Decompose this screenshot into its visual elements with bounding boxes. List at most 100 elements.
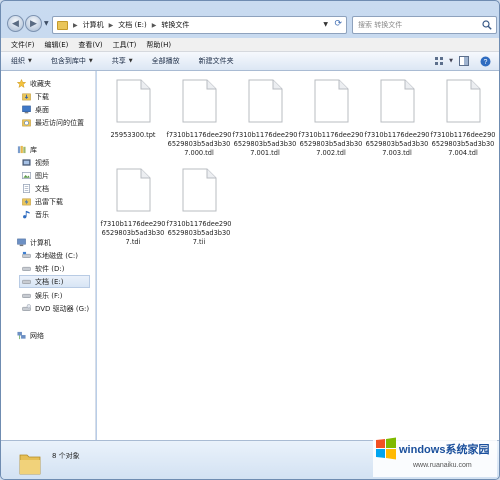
command-bar: 组织 ▼ 包含到库中 ▼ 共享 ▼ 全部播放 新建文件夹 ▼ ? <box>1 52 499 71</box>
pictures-icon <box>22 172 31 179</box>
breadcrumb-drive-e[interactable]: 文档 (E:) <box>118 20 146 30</box>
address-dropdown-icon[interactable]: ▼ <box>323 21 328 28</box>
file-name: f7310b1176dee2906529803b5ad3b307.tii <box>166 220 232 246</box>
file-icon <box>182 79 217 123</box>
file-icon <box>446 79 481 123</box>
file-item[interactable]: f7310b1176dee2906529803b5ad3b307.002.tdl <box>297 79 365 158</box>
dvd-drive-icon <box>22 304 31 311</box>
nav-item-label: 娱乐 (F:) <box>35 291 63 300</box>
nav-item-label: 迅雷下载 <box>35 197 63 206</box>
file-name: 25953300.tpt <box>110 131 156 139</box>
refresh-icon[interactable]: ⟳ <box>334 19 342 29</box>
menu-view[interactable]: 查看(V) <box>73 40 107 50</box>
search-input[interactable] <box>358 21 478 29</box>
nav-item-label: 下载 <box>35 92 49 101</box>
folder-icon <box>57 20 68 30</box>
thunder-download-icon <box>22 198 31 206</box>
nav-network-label: 网络 <box>30 331 44 340</box>
share-button[interactable]: 共享 ▼ <box>112 56 133 66</box>
view-options-icon[interactable] <box>433 55 445 67</box>
drive-icon <box>22 266 31 271</box>
file-icon <box>314 79 349 123</box>
file-icon <box>182 168 217 212</box>
file-item[interactable]: f7310b1176dee2906529803b5ad3b307.003.tdl <box>363 79 431 158</box>
file-item[interactable]: f7310b1176dee2906529803b5ad3b307.tii <box>165 168 233 247</box>
file-item[interactable]: f7310b1176dee2906529803b5ad3b307.001.tdl <box>231 79 299 158</box>
recent-places-icon <box>22 119 31 127</box>
file-name: f7310b1176dee2906529803b5ad3b307.000.tdl <box>166 131 232 157</box>
slideshow-button[interactable]: 全部播放 <box>152 56 180 66</box>
help-icon[interactable]: ? <box>479 55 491 67</box>
search-box <box>352 16 497 34</box>
caret-down-icon: ▼ <box>128 58 133 64</box>
new-folder-button[interactable]: 新建文件夹 <box>199 56 234 66</box>
drive-icon <box>22 293 31 298</box>
preview-pane-icon[interactable] <box>458 55 470 67</box>
file-name: f7310b1176dee2906529803b5ad3b307.004.tdl <box>430 131 496 157</box>
nav-item-label: 文档 <box>35 184 49 193</box>
file-item[interactable]: 25953300.tpt <box>99 79 167 140</box>
file-name: f7310b1176dee2906529803b5ad3b307.001.tdl <box>232 131 298 157</box>
watermark-url: www.ruanaiku.com <box>412 462 472 469</box>
system-drive-icon <box>22 251 31 258</box>
drive-icon <box>22 279 31 284</box>
forward-button[interactable]: ▶ <box>25 15 42 32</box>
breadcrumb-computer[interactable]: 计算机 <box>83 20 104 30</box>
history-dropdown-icon[interactable]: ▼ <box>44 20 49 27</box>
chevron-right-icon[interactable]: ▶ <box>73 22 78 29</box>
nav-favorites-label: 收藏夹 <box>30 79 51 88</box>
menu-help[interactable]: 帮助(H) <box>141 40 176 50</box>
chevron-right-icon[interactable]: ▶ <box>152 22 157 29</box>
file-item[interactable]: f7310b1176dee2906529803b5ad3b307.000.tdl <box>165 79 233 158</box>
item-count: 8 个对象 <box>52 452 80 460</box>
address-bar[interactable]: ▶ 计算机 ▶ 文档 (E:) ▶ 转换文件 ▼ ⟳ <box>52 16 347 34</box>
view-dropdown-icon[interactable]: ▼ <box>445 55 457 67</box>
download-folder-icon <box>22 93 31 101</box>
nav-item-label: 最近访问的位置 <box>35 118 84 127</box>
explorer-window: ◀ ▶ ▼ ▶ 计算机 ▶ 文档 (E:) ▶ 转换文件 ▼ ⟳ 文件(F) 编… <box>0 0 500 480</box>
include-label: 包含到库中 <box>50 57 86 65</box>
svg-text:?: ? <box>483 59 487 66</box>
share-label: 共享 <box>111 57 126 65</box>
menu-file[interactable]: 文件(F) <box>6 40 40 50</box>
file-list-pane: 25953300.tpt f7310b1176dee2906529803b5ad… <box>97 71 499 440</box>
file-icon <box>380 79 415 123</box>
address-row: ◀ ▶ ▼ ▶ 计算机 ▶ 文档 (E:) ▶ 转换文件 ▼ ⟳ <box>1 1 499 37</box>
folder-icon <box>19 454 41 475</box>
nav-drive-e[interactable]: 文档 (E:) <box>19 275 90 288</box>
nav-item-label: 本地磁盘 (C:) <box>35 251 78 260</box>
nav-item-label: 图片 <box>35 171 49 180</box>
nav-item-label: 桌面 <box>35 105 49 114</box>
caret-down-icon: ▼ <box>88 58 93 64</box>
library-icon <box>17 145 26 154</box>
music-icon <box>23 210 30 219</box>
file-name: f7310b1176dee2906529803b5ad3b307.tdi <box>100 220 166 246</box>
video-icon <box>22 159 31 166</box>
file-name: f7310b1176dee2906529803b5ad3b307.002.tdl <box>298 131 364 157</box>
desktop-icon <box>22 105 31 114</box>
menu-edit[interactable]: 编辑(E) <box>40 40 74 50</box>
navigation-pane: 收藏夹 下载 桌面 最近访问的位置 库 视频 图片 文档 迅雷下载 音乐 计算机… <box>1 71 96 440</box>
menu-tools[interactable]: 工具(T) <box>108 40 142 50</box>
nav-libraries-label: 库 <box>30 145 37 154</box>
watermark-logo: windows系统家园 www.ruanaiku.com <box>373 425 497 477</box>
search-icon[interactable] <box>482 20 492 30</box>
file-icon <box>116 168 151 212</box>
file-item[interactable]: f7310b1176dee2906529803b5ad3b307.004.tdl <box>429 79 497 158</box>
file-icon <box>116 79 151 123</box>
back-button[interactable]: ◀ <box>7 15 24 32</box>
organize-button[interactable]: 组织 ▼ <box>11 56 32 66</box>
nav-computer-label: 计算机 <box>30 238 51 247</box>
chevron-right-icon[interactable]: ▶ <box>109 22 114 29</box>
star-icon <box>17 79 26 88</box>
file-name: f7310b1176dee2906529803b5ad3b307.003.tdl <box>364 131 430 157</box>
nav-item-label: 音乐 <box>35 210 49 219</box>
include-in-library-button[interactable]: 包含到库中 ▼ <box>51 56 93 66</box>
organize-label: 组织 <box>11 57 25 65</box>
breadcrumb-current-folder[interactable]: 转换文件 <box>161 20 189 30</box>
file-item[interactable]: f7310b1176dee2906529803b5ad3b307.tdi <box>99 168 167 247</box>
file-icon <box>248 79 283 123</box>
nav-item-label: 视频 <box>35 158 49 167</box>
network-icon <box>17 331 26 340</box>
nav-item-label: 文档 (E:) <box>35 277 64 286</box>
